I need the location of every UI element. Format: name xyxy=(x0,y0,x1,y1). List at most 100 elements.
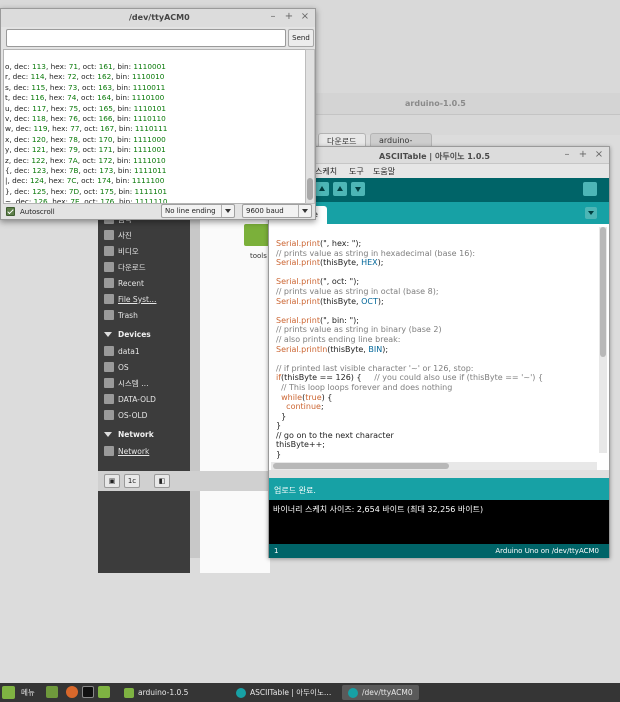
download-icon xyxy=(104,262,114,272)
serial-line: u, dec: 117, hex: 75, oct: 165, bin: 111… xyxy=(5,103,167,113)
maximize-icon[interactable]: + xyxy=(283,11,295,23)
sidebar-item-network[interactable]: Network xyxy=(104,444,149,458)
board-port-label: Arduino Uno on /dev/ttyACM0 xyxy=(495,547,599,555)
recent-icon xyxy=(104,278,114,288)
task-file-manager[interactable]: arduino-1.0.5 xyxy=(118,685,194,700)
devices-heading[interactable]: Devices xyxy=(104,327,151,341)
serial-monitor-icon[interactable] xyxy=(583,182,597,196)
code-line: } xyxy=(276,450,282,460)
menu-tools[interactable]: 도구 xyxy=(349,166,364,177)
code-line: thisByte++; xyxy=(276,440,325,450)
serial-title: /dev/ttyACM0 xyxy=(129,13,190,22)
file-view: tools xyxy=(200,208,270,573)
tab-menu-icon[interactable] xyxy=(585,207,597,219)
folder-icon[interactable] xyxy=(244,224,270,246)
sidebar-item-data-old[interactable]: DATA-OLD xyxy=(104,392,156,406)
serial-output: o, dec: 113, hex: 71, oct: 161, bin: 111… xyxy=(3,49,307,204)
scroll-thumb[interactable] xyxy=(600,227,606,357)
sidebar-item-system[interactable]: 시스템 … xyxy=(104,376,149,390)
close-icon[interactable]: × xyxy=(593,149,605,161)
serial-line: y, dec: 121, hex: 79, oct: 171, bin: 111… xyxy=(5,145,166,155)
console-output: 바이너리 스케치 사이즈: 2,654 바이트 (최대 32,256 바이트) xyxy=(269,500,609,544)
code-line: // go on to the next character xyxy=(276,430,394,440)
code-editor[interactable]: Serial.print(", hex: ");// prints value … xyxy=(269,224,609,462)
drive-icon xyxy=(104,378,114,388)
code-line: // prints value as string in binary (bas… xyxy=(276,325,442,335)
serial-scrollbar[interactable] xyxy=(305,49,315,204)
editor-horizontal-scrollbar[interactable] xyxy=(271,462,597,470)
serial-bottom-bar: Autoscroll No line ending 9600 baud xyxy=(1,204,315,220)
sidebar-item-pictures[interactable]: 사진 xyxy=(104,228,132,242)
expand-icon xyxy=(104,431,112,437)
ide-footer: 1 Arduino Uno on /dev/ttyACM0 xyxy=(269,544,609,558)
file-manager-statusbar: ▣ 1c ◧ xyxy=(98,471,270,491)
drive-icon xyxy=(104,362,114,372)
checkbox-checked-icon[interactable] xyxy=(6,207,15,216)
task-serial-monitor[interactable]: /dev/ttyACM0 xyxy=(342,685,419,700)
pane-divider[interactable] xyxy=(269,470,609,478)
new-sketch-icon[interactable] xyxy=(315,182,329,196)
code-line: Serial.print(thisByte, HEX); xyxy=(276,258,384,268)
terminal-icon[interactable] xyxy=(82,686,94,698)
arduino-icon xyxy=(348,687,358,698)
maximize-icon[interactable]: + xyxy=(577,149,589,161)
firefox-icon[interactable] xyxy=(66,686,78,698)
menu-sketch[interactable]: 스케치 xyxy=(315,166,337,177)
code-line: // prints value as string in octal (base… xyxy=(276,286,439,296)
sidebar-item-os-old[interactable]: OS-OLD xyxy=(104,408,147,422)
start-menu-button[interactable]: 메뉴 xyxy=(2,685,35,700)
autoscroll-checkbox[interactable]: Autoscroll xyxy=(6,207,55,216)
menu-help[interactable]: 도움말 xyxy=(373,166,395,177)
open-sketch-icon[interactable] xyxy=(333,182,347,196)
serial-titlebar[interactable]: /dev/ttyACM0 – + × xyxy=(1,9,315,27)
drive-icon xyxy=(104,410,114,420)
folder-icon xyxy=(124,687,134,698)
code-line: // prints value as string in hexadecimal… xyxy=(276,248,476,258)
scroll-thumb[interactable] xyxy=(307,178,313,200)
minimize-icon[interactable]: – xyxy=(267,11,279,23)
tree-view-button[interactable]: 1c xyxy=(124,474,140,488)
save-sketch-icon[interactable] xyxy=(351,182,365,196)
send-button[interactable]: Send xyxy=(288,29,314,47)
sidebar-item-downloads[interactable]: 다운로드 xyxy=(104,260,146,274)
sidebar-item-data1[interactable]: data1 xyxy=(104,344,140,358)
network-heading[interactable]: Network xyxy=(104,427,154,441)
code-line: // if printed last visible character '~'… xyxy=(276,363,474,373)
chevron-down-icon xyxy=(221,205,234,217)
close-icon[interactable]: × xyxy=(299,11,311,23)
tab-arduino[interactable]: arduino-1.0.5 xyxy=(370,133,432,154)
sidebar-item-filesystem[interactable]: File Syst… xyxy=(104,292,156,306)
task-arduino-ide[interactable]: ASCIITable | 아두이노… xyxy=(230,685,337,700)
places-view-button[interactable]: ▣ xyxy=(104,474,120,488)
sidebar-item-trash[interactable]: Trash xyxy=(104,308,138,322)
ide-titlebar[interactable]: ASCIITable | 아두이노 1.0.5 – + × xyxy=(269,147,609,164)
hide-sidebar-button[interactable]: ◧ xyxy=(154,474,170,488)
serial-line: x, dec: 120, hex: 78, oct: 170, bin: 111… xyxy=(5,134,166,144)
status-message: 업로드 완료. xyxy=(269,478,609,500)
sidebar-scrollbar[interactable] xyxy=(190,208,200,558)
line-ending-select[interactable]: No line ending xyxy=(161,204,235,218)
ide-toolbar xyxy=(269,178,609,202)
places-sidebar: 음악 사진 비디오 다운로드 Recent File Syst… Trash D… xyxy=(98,208,190,573)
file-manager-title: arduino-1.0.5 xyxy=(405,99,466,108)
sidebar-item-recent[interactable]: Recent xyxy=(104,276,144,290)
scroll-thumb[interactable] xyxy=(273,463,449,469)
code-line: Serial.print(thisByte, OCT); xyxy=(276,296,384,306)
editor-vertical-scrollbar[interactable] xyxy=(599,227,607,453)
show-desktop-icon[interactable] xyxy=(46,686,58,698)
serial-line: s, dec: 115, hex: 73, oct: 163, bin: 111… xyxy=(5,82,166,92)
tab-downloads[interactable]: 다운로드 xyxy=(318,133,366,147)
baud-rate-select[interactable]: 9600 baud xyxy=(242,204,312,218)
code-line: Serial.print(", oct: "); xyxy=(276,277,360,287)
sidebar-item-videos[interactable]: 비디오 xyxy=(104,244,139,258)
serial-send-input[interactable] xyxy=(6,29,286,47)
line-ending-value: No line ending xyxy=(165,207,216,215)
sidebar-item-os[interactable]: OS xyxy=(104,360,129,374)
ide-menubar: 스케치 도구 도움말 xyxy=(269,164,609,178)
video-icon xyxy=(104,246,114,256)
minimize-icon[interactable]: – xyxy=(561,149,573,161)
files-icon[interactable] xyxy=(98,686,110,698)
code-line: Serial.print(", hex: "); xyxy=(276,239,362,248)
autoscroll-label: Autoscroll xyxy=(20,207,55,216)
